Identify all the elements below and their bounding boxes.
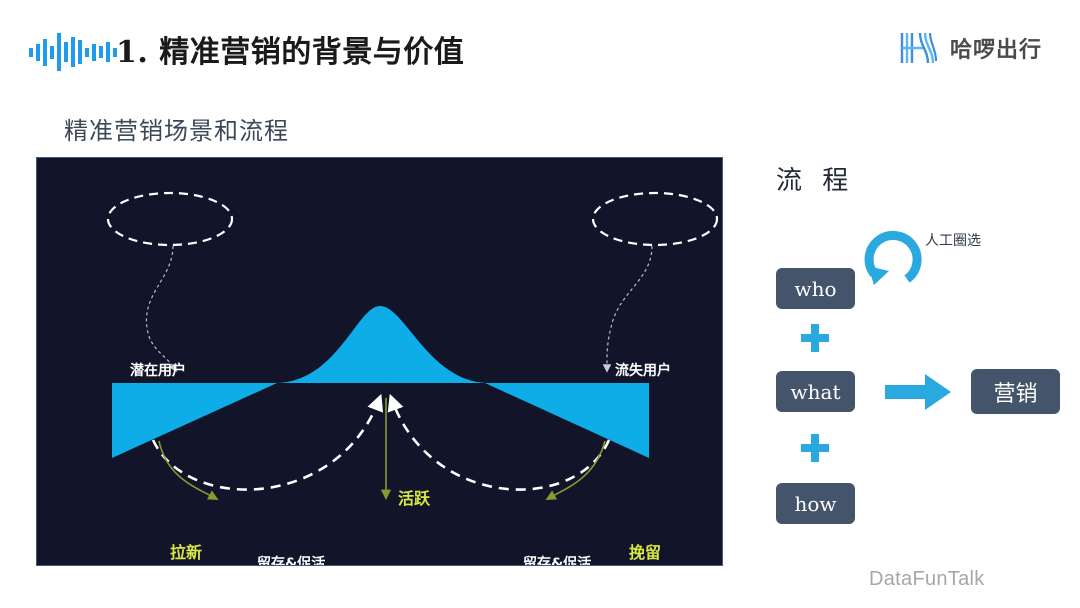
right-arrow-icon <box>885 374 951 410</box>
flow-label-retention-right: 留存&促活 <box>523 556 592 566</box>
flow-box-who[interactable]: who <box>776 268 855 309</box>
brand-logo: 哈啰出行 <box>898 30 1042 66</box>
flow-box-how[interactable]: how <box>776 483 855 524</box>
waveform-bar <box>99 46 103 58</box>
flow-box-marketing[interactable]: 营销 <box>971 369 1060 414</box>
section-subtitle: 精准营销场景和流程 <box>64 117 289 145</box>
waveform-bar <box>36 43 40 61</box>
waveform-bar <box>50 45 54 59</box>
waveform-bar <box>64 42 68 62</box>
hello-h-logo-icon <box>900 32 938 64</box>
waveform-bar <box>92 43 96 61</box>
flow-box-what-label: what <box>790 379 841 404</box>
waveform-bar <box>85 47 89 57</box>
waveform-bar <box>106 42 110 62</box>
slide-header: 1. 精准营销的背景与价值 哈啰出行 <box>0 0 1080 92</box>
footer-brand: DataFunTalk <box>869 568 985 590</box>
audio-waveform-icon <box>29 32 117 72</box>
flow-box-who-label: who <box>794 276 837 301</box>
waveform-bar <box>78 40 82 64</box>
flow-box-what[interactable]: what <box>776 371 855 412</box>
loop-label-manual-selection: 人工圈选 <box>925 233 981 249</box>
waveform-bar <box>43 38 47 66</box>
waveform-bar <box>71 37 75 67</box>
flow-label-retention-left: 留存&促活 <box>257 556 326 566</box>
flow-box-how-label: how <box>794 491 837 516</box>
flow-box-marketing-label: 营销 <box>993 381 1038 407</box>
circular-refresh-arrow-icon <box>864 230 922 285</box>
stage-label-win-back: 挽留 <box>629 543 662 562</box>
stage-label-acquisition: 拉新 <box>170 543 203 562</box>
plus-icon <box>801 324 829 352</box>
page-title: 1. 精准营销的背景与价值 <box>116 35 465 70</box>
waveform-bar <box>29 47 33 57</box>
waveform-bar <box>57 33 61 71</box>
plus-icon <box>801 434 829 462</box>
stage-label-active: 活跃 <box>398 489 431 508</box>
bubble-label-potential-users: 潜在用户 <box>130 363 186 379</box>
bubble-label-churned-users: 流失用户 <box>615 363 671 379</box>
user-lifecycle-diagram-panel: 潜在用户 流失用户 拉新 活跃 挽留 留存&促活 留存&促活 DAU = （新增… <box>36 157 723 566</box>
brand-name: 哈啰出行 <box>949 37 1042 62</box>
flow-panel-title: 流 程 <box>776 166 855 196</box>
